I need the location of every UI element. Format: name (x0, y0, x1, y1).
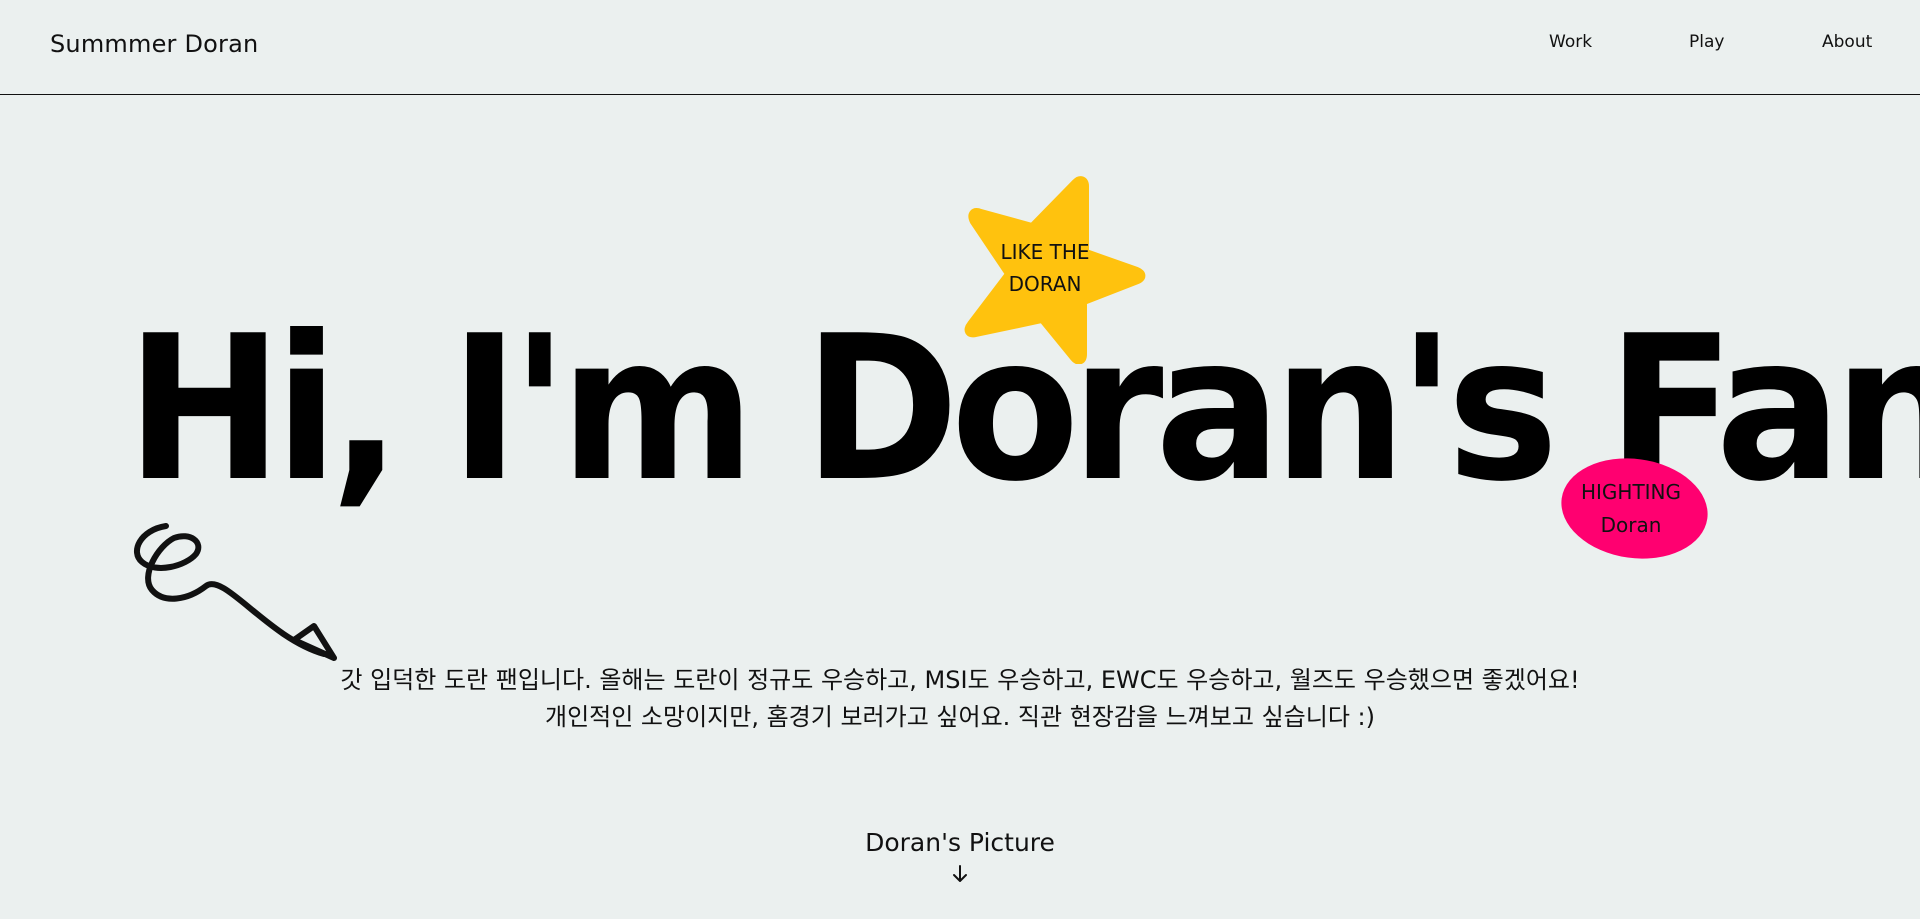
intro-paragraph: 갓 입덕한 도란 팬입니다. 올해는 도란이 정규도 우승하고, MSI도 우승… (260, 662, 1660, 736)
intro-line-1: 갓 입덕한 도란 팬입니다. 올해는 도란이 정규도 우승하고, MSI도 우승… (340, 666, 1580, 694)
pictures-link[interactable]: Doran's Picture (760, 828, 1160, 857)
page: Summmer Doran Work Play About Hi, I'm Do… (0, 0, 1920, 919)
nav-link-about[interactable]: About (1822, 32, 1872, 52)
oval-badge-text: HIGHTING Doran (1561, 476, 1701, 542)
star-badge-text: LIKE THE DORAN (962, 236, 1128, 300)
site-logo[interactable]: Summmer Doran (50, 30, 258, 58)
star-badge: LIKE THE DORAN (962, 174, 1146, 364)
nav-link-play[interactable]: Play (1689, 32, 1724, 52)
intro-line-2: 개인적인 소망이지만, 홈경기 보러가고 싶어요. 직관 현장감을 느껴보고 싶… (544, 703, 1375, 731)
oval-badge-line2: Doran (1600, 513, 1662, 537)
star-badge-line2: DORAN (1008, 272, 1082, 296)
hero-headline: Hi, I'm Doran's Fan (126, 293, 1920, 526)
oval-badge-line1: HIGHTING (1580, 480, 1682, 504)
star-badge-line1: LIKE THE (1000, 240, 1090, 264)
arrow-down-icon[interactable] (950, 864, 970, 884)
nav-link-work[interactable]: Work (1549, 32, 1592, 52)
site-header: Summmer Doran Work Play About (0, 0, 1920, 95)
squiggle-arrow-icon (134, 523, 337, 661)
